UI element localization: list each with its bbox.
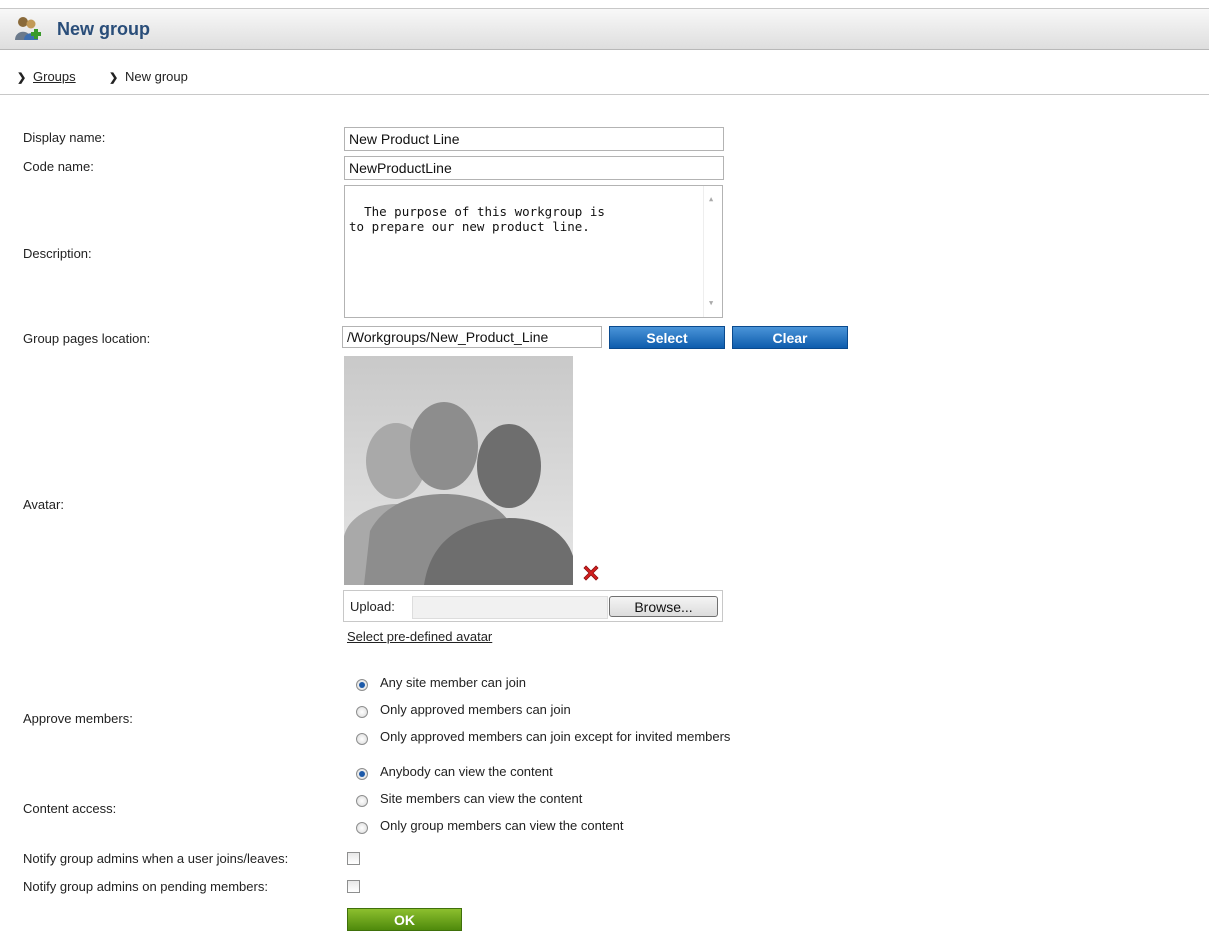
radio-label: Only approved members can join except fo… [380,729,731,744]
content-access-label: Content access: [23,801,117,816]
description-scrollbar[interactable]: ▲ ▼ [703,186,722,317]
radio-button[interactable] [356,822,368,834]
radio-label: Any site member can join [380,675,526,690]
radio-label: Anybody can view the content [380,764,553,779]
page-title: New group [57,19,150,39]
description-textarea[interactable]: The purpose of this workgroup is to prep… [344,185,723,318]
pages-location-label: Group pages location: [23,331,151,346]
clear-button[interactable]: Clear [732,326,848,349]
description-text: The purpose of this workgroup is to prep… [349,204,605,234]
group-add-icon [15,17,41,40]
notify-join-checkbox[interactable] [347,852,360,865]
group-silhouette-icon [344,402,573,585]
display-name-label: Display name: [23,130,106,145]
code-name-label: Code name: [23,159,94,174]
description-label: Description: [23,246,92,261]
select-button[interactable]: Select [609,326,725,349]
code-name-input[interactable]: NewProductLine [344,156,724,180]
radio-button[interactable] [356,679,368,691]
chevron-right-icon: ❯ [109,72,119,84]
scroll-up-icon[interactable]: ▲ [709,192,713,207]
delete-avatar-icon[interactable] [581,563,601,583]
ok-button[interactable]: OK [347,908,462,931]
avatar-label: Avatar: [23,497,64,512]
radio-button[interactable] [356,795,368,807]
avatar-upload: Upload: Browse... [343,590,723,622]
pages-location-input[interactable]: /Workgroups/New_Product_Line [342,326,602,348]
breadcrumb-current: New group [125,69,188,84]
browse-button[interactable]: Browse... [609,596,718,617]
radio-button[interactable] [356,706,368,718]
scroll-down-icon[interactable]: ▼ [709,296,713,311]
upload-file-field[interactable] [412,596,608,619]
predefined-avatar-link[interactable]: Select pre-defined avatar [347,629,492,644]
notify-pending-label: Notify group admins on pending members: [23,879,268,894]
radio-label: Only group members can view the content [380,818,624,833]
breadcrumb: ❯ Groups ❯ New group [0,62,1209,95]
breadcrumb-groups-link[interactable]: Groups [33,69,76,84]
avatar-image [344,356,573,585]
radio-label: Site members can view the content [380,791,583,806]
chevron-right-icon: ❯ [17,72,27,84]
radio-button[interactable] [356,768,368,780]
title-bar: New group [0,8,1209,50]
radio-button[interactable] [356,733,368,745]
approve-members-label: Approve members: [23,711,133,726]
display-name-input[interactable]: New Product Line [344,127,724,151]
radio-label: Only approved members can join [380,702,571,717]
upload-label: Upload: [350,599,395,614]
notify-join-label: Notify group admins when a user joins/le… [23,851,289,866]
notify-pending-checkbox[interactable] [347,880,360,893]
